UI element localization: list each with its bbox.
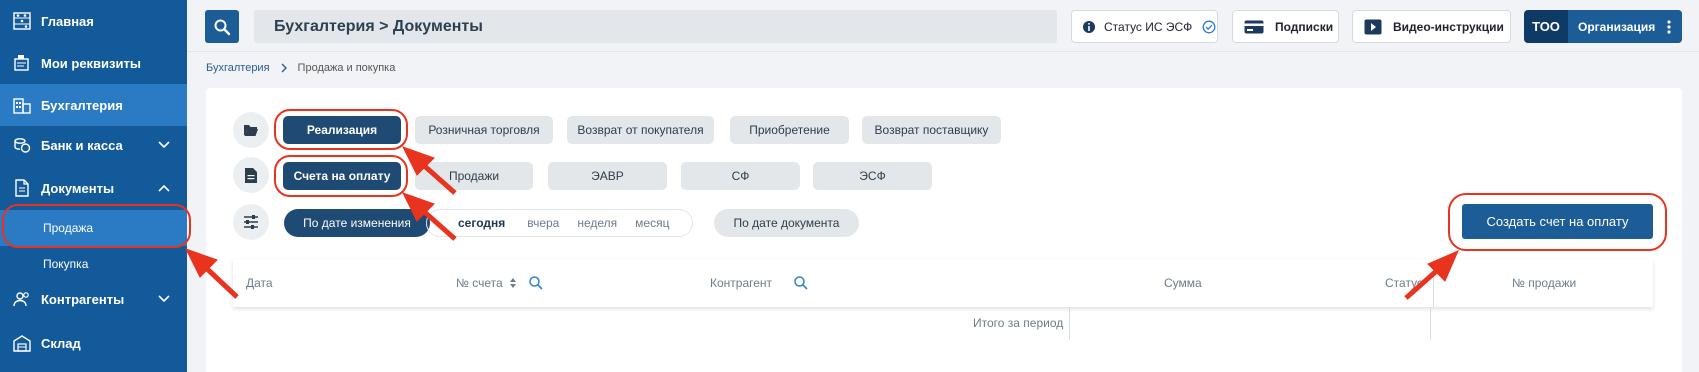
annotation-arrows — [184, 146, 1459, 300]
